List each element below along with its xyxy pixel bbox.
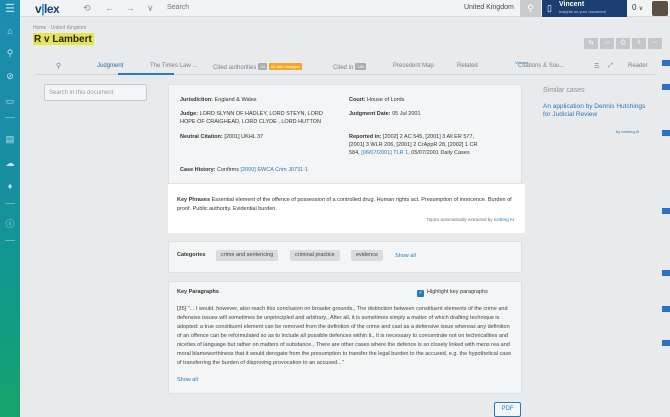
- breadcrumb[interactable]: Home · United Kingdom: [33, 25, 86, 31]
- tlr-link[interactable]: [06/07/2001] TLR 1: [361, 150, 408, 156]
- pin-icon[interactable]: ♦: [4, 180, 16, 192]
- active-tab-indicator: [118, 73, 174, 75]
- category-chip[interactable]: evidence: [351, 250, 384, 261]
- count-badge: 24: [258, 63, 267, 70]
- case-history: Case History: Confirms [2000] EWCA Crim …: [180, 167, 309, 173]
- category-chip[interactable]: criminal practice: [290, 250, 340, 261]
- changes-badge: 10 with changes: [268, 63, 302, 70]
- back-arrow-icon[interactable]: ←: [105, 3, 114, 13]
- iceberg-ai-link[interactable]: Iceberg AI: [494, 217, 514, 222]
- vincent-panel-button[interactable]: ▯ Vincent Insights on your document: [542, 0, 627, 17]
- rail-divider: [5, 117, 15, 118]
- document-icon: ▯: [547, 3, 552, 13]
- library-icon[interactable]: ▤: [4, 133, 16, 145]
- info-icon[interactable]: ⓘ: [4, 218, 16, 230]
- right-edge-marker: [662, 60, 670, 66]
- vincent-subtitle: Insights on your document: [559, 9, 606, 14]
- left-nav-rail: ☰ ⌂ ⚲ ⊘ ▭ ▤ ☁ ♦ ⓘ: [0, 0, 20, 417]
- judgment-date: Judgment Date: 05 Jul 2001: [349, 111, 421, 117]
- vlex-logo[interactable]: v|lex: [35, 2, 60, 16]
- outline-icon[interactable]: ☰: [594, 63, 599, 70]
- right-edge-marker: [662, 84, 670, 90]
- right-edge-marker: [662, 306, 670, 312]
- cloud-icon[interactable]: ☁: [4, 157, 16, 169]
- key-paragraphs-title: Key Paragraphs: [177, 289, 219, 295]
- document-search-input[interactable]: Search in this document: [44, 84, 147, 101]
- folder-icon[interactable]: ▭: [4, 95, 16, 107]
- page-title: R v Lambert: [33, 33, 94, 45]
- tab-cited-in[interactable]: Cited in 150: [333, 63, 367, 71]
- court: Court: House of Lords: [349, 97, 405, 103]
- reader-button[interactable]: Reader: [628, 63, 648, 69]
- tab-related[interactable]: Related: [457, 63, 478, 69]
- neutral-citation: Neutral Citation: [2001] UKHL 37: [180, 134, 264, 140]
- top-bar: v|lex ⟲ ← → ∨ Search United Kingdom ⚲ ▯ …: [20, 0, 670, 17]
- history-icon[interactable]: ⟲: [83, 3, 91, 14]
- key-phrases-text: Key Phrases Essential element of the off…: [177, 197, 512, 212]
- vincent-label: Vincent: [559, 1, 585, 8]
- global-search-input[interactable]: Search: [167, 4, 189, 11]
- right-edge-marker: [662, 208, 670, 214]
- share-icon[interactable]: ⇆: [584, 38, 598, 49]
- search-button[interactable]: ⚲: [520, 0, 541, 17]
- menu-icon[interactable]: ☰: [4, 3, 16, 15]
- key-paragraph-text: [35] "... I would, however, also reach t…: [177, 306, 512, 366]
- home-icon[interactable]: ⌂: [4, 25, 16, 37]
- checkbox-checked-icon[interactable]: ✓: [417, 290, 424, 297]
- right-edge-marker: [662, 340, 670, 346]
- similar-by-label: by Iceberg AI: [616, 129, 640, 134]
- similar-case-link[interactable]: An application by Dennis Hutchings for J…: [543, 103, 648, 119]
- auto-extracted-note: Topics automatically extracted by Iceber…: [426, 217, 514, 222]
- pdf-button[interactable]: PDF: [494, 402, 521, 417]
- categories-show-all-link[interactable]: Show all: [395, 253, 416, 259]
- right-edge-marker: [662, 270, 670, 276]
- reported-in: Reported in: [2002] 2 AC 545, [2001] 3 A…: [349, 134, 478, 156]
- count-badge: 150: [355, 63, 367, 70]
- folder-icon[interactable]: ▭: [600, 38, 614, 49]
- key-phrases-box: Key Phrases Essential element of the off…: [168, 184, 525, 233]
- search-icon: ⚲: [527, 3, 534, 13]
- tab-precedent-map[interactable]: Precedent Map: [393, 63, 434, 69]
- avatar[interactable]: [652, 1, 668, 16]
- chevron-down-icon: ∨: [638, 6, 644, 12]
- expand-icon[interactable]: ⤢: [608, 63, 613, 70]
- more-icon[interactable]: ⋯: [648, 38, 662, 49]
- search-icon[interactable]: ⚲: [4, 47, 16, 59]
- download-icon[interactable]: ⇩: [632, 38, 646, 49]
- judge: Judge: LORD SLYNN OF HADLEY, LORD STEYN,…: [180, 111, 323, 125]
- chevron-down-icon[interactable]: ∨: [147, 3, 154, 14]
- rail-divider: [5, 240, 15, 241]
- explore-icon[interactable]: ⊘: [4, 70, 16, 82]
- categories-label: Categories: [177, 252, 206, 258]
- search-doc-icon[interactable]: ⚲: [56, 62, 61, 70]
- forward-arrow-icon[interactable]: →: [126, 3, 135, 13]
- category-chip[interactable]: crime and sentencing: [216, 250, 279, 261]
- country-selector[interactable]: United Kingdom: [464, 4, 514, 11]
- print-icon[interactable]: ⎙: [616, 38, 630, 49]
- document-toolbar: ⇆ ▭ ⎙ ⇩ ⋯: [584, 38, 662, 49]
- right-edge-marker: [662, 130, 670, 136]
- tab-judgment[interactable]: Judgment: [97, 63, 123, 69]
- tab-citations-sources[interactable]: Citations & Sou...: [518, 63, 564, 69]
- similar-cases-heading: Similar cases: [543, 87, 585, 94]
- case-history-link[interactable]: [2000] EWCA Crim J0731-1: [241, 167, 309, 173]
- notification-counter[interactable]: 0 ∨: [632, 3, 643, 12]
- tab-cited-authorities[interactable]: Cited authorities 24 10 with changes: [213, 63, 302, 71]
- highlight-key-paragraphs-toggle[interactable]: ✓ Highlight key paragraphs: [417, 289, 488, 297]
- rail-divider: [5, 203, 15, 204]
- paragraphs-show-all-link[interactable]: Show all: [177, 377, 198, 383]
- tab-times-law[interactable]: The Times Law ...: [150, 63, 197, 69]
- document-tabs: ⚲ Judgment The Times Law ... Cited autho…: [35, 58, 655, 75]
- jurisdiction: Jurisdiction: England & Wales: [180, 97, 257, 103]
